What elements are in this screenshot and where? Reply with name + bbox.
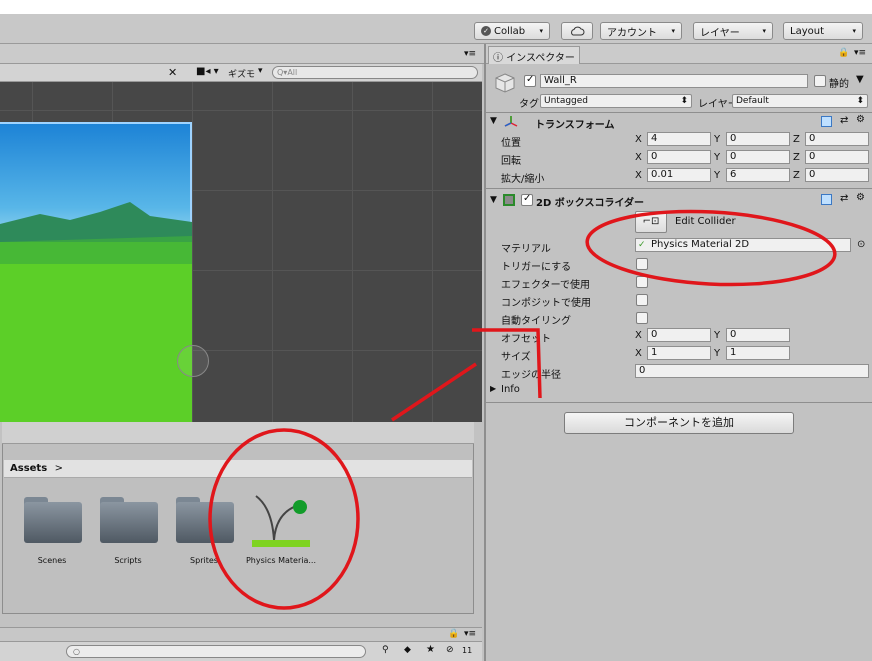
- annotation-overlay: [208, 209, 837, 610]
